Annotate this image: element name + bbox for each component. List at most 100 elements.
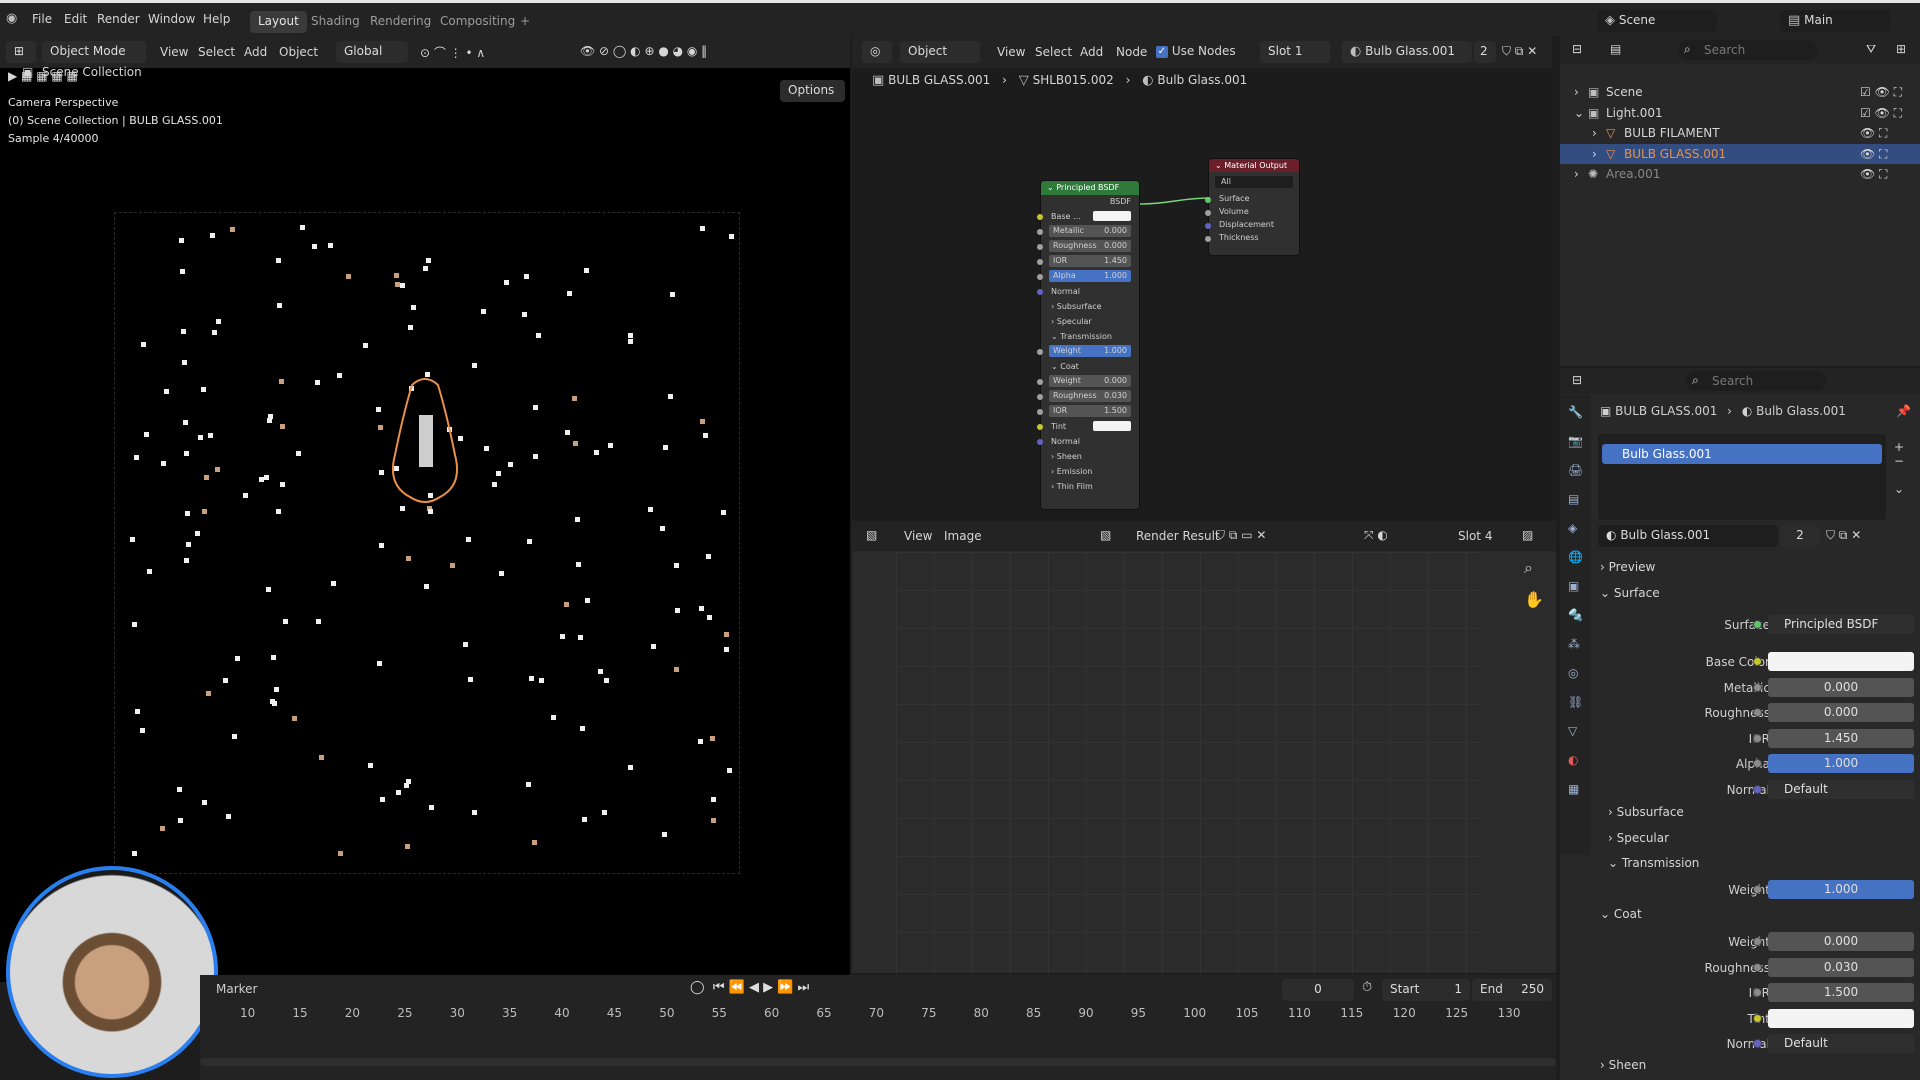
subsection-header[interactable]: › Specular <box>1608 831 1669 845</box>
texture-icon[interactable]: ▦ <box>1568 782 1579 796</box>
node-input-row[interactable]: Weight 1.000 <box>1037 344 1139 359</box>
socket-icon[interactable] <box>1753 708 1762 717</box>
menu-file[interactable]: File <box>32 12 52 26</box>
breadcrumb-object[interactable]: BULB GLASS.001 <box>888 73 990 87</box>
timeline-scrollbar[interactable] <box>200 1058 1556 1066</box>
start-frame-field[interactable]: Start 1 <box>1382 979 1470 1001</box>
node-input-row[interactable]: ⌄ Transmission <box>1041 329 1139 344</box>
display-channels-icon[interactable]: ▨ <box>1522 528 1533 542</box>
socket-icon[interactable] <box>1753 962 1762 972</box>
chevron-right-icon[interactable]: › <box>1592 147 1597 161</box>
bsdf-output-socket[interactable]: BSDF <box>1041 195 1139 209</box>
socket-icon[interactable] <box>1037 409 1043 415</box>
surface-shader-field[interactable]: Principled BSDF <box>1768 615 1914 634</box>
chevron-down-icon[interactable]: ⌄ <box>1574 106 1584 120</box>
socket-icon[interactable] <box>1037 289 1043 295</box>
socket-icon[interactable] <box>1753 657 1762 666</box>
playback-controls[interactable]: ◯ ⏮ ⏪ ◀ ▶ ⏩ ⏭ <box>690 980 809 995</box>
socket-icon[interactable] <box>1037 424 1043 430</box>
node-input-row[interactable]: Roughness 0.030 <box>1037 389 1139 404</box>
socket-icon[interactable] <box>1037 394 1043 400</box>
props-breadcrumb-material[interactable]: Bulb Glass.001 <box>1756 404 1846 418</box>
socket-icon[interactable] <box>1205 223 1211 229</box>
node-input-row[interactable]: IOR 1.500 <box>1037 404 1139 419</box>
node-input-row[interactable]: › Specular <box>1041 314 1139 329</box>
tab-layout[interactable]: Layout <box>250 11 307 33</box>
outliner-root[interactable]: ▣ Scene Collection <box>0 62 360 82</box>
tab-shading[interactable]: Shading <box>303 11 368 33</box>
node-value-field[interactable]: IOR 1.500 <box>1049 405 1131 417</box>
viewport-shading-icon[interactable]: 👁 ⊘ ◯ ◐ ⊕ ● ◕ ◉ ‖ <box>580 44 707 58</box>
socket-icon[interactable] <box>1753 620 1762 629</box>
visibility-toggle-icons[interactable]: ☑ 👁 ⛶ <box>1860 106 1902 121</box>
image-editor-type-icon[interactable]: ▧ <box>866 528 877 542</box>
socket-icon[interactable] <box>1753 937 1762 946</box>
material-selector[interactable]: ◐ Bulb Glass.001 <box>1342 41 1472 63</box>
property-value-field[interactable]: Default <box>1768 779 1914 799</box>
node-input-row[interactable]: › Thin Film <box>1041 479 1139 494</box>
props-breadcrumb-object[interactable]: BULB GLASS.001 <box>1615 404 1717 418</box>
chevron-right-icon[interactable]: › <box>1574 167 1579 181</box>
material-users-count[interactable]: 2 <box>1474 41 1496 63</box>
image-menu-image[interactable]: Image <box>944 529 982 543</box>
visibility-toggle-icons[interactable]: ☑ 👁 ⛶ <box>1860 85 1902 100</box>
node-menu-add[interactable]: Add <box>1080 45 1103 59</box>
node-input-row[interactable]: › Subsurface <box>1041 299 1139 314</box>
transmission-weight-field[interactable]: 1.000 <box>1768 880 1914 899</box>
color-swatch[interactable] <box>1093 421 1131 431</box>
outliner-item[interactable]: › ✺ Area.001 👁 ⛶ <box>1560 164 1920 184</box>
view-layer-icon[interactable]: ▤ <box>1568 492 1579 506</box>
shader-node-editor[interactable] <box>852 36 1552 519</box>
tab-rendering[interactable]: Rendering <box>362 11 439 33</box>
zoom-icon[interactable]: ⌕ <box>1524 558 1533 578</box>
principled-node-title[interactable]: ⌄ Principled BSDF <box>1041 181 1139 195</box>
material-icon[interactable]: ◐ <box>1568 753 1578 767</box>
editor-type-icon[interactable]: ⊞ <box>6 41 36 63</box>
node-value-field[interactable]: Metallic 0.000 <box>1049 225 1131 237</box>
property-value-field[interactable]: 0.000 <box>1768 932 1914 951</box>
material-datablock[interactable]: ◐ Bulb Glass.001 <box>1598 525 1778 547</box>
data-icon[interactable]: ▽ <box>1568 724 1577 738</box>
timeline-marker-menu[interactable]: Marker <box>216 982 257 996</box>
node-object-dropdown[interactable]: Object <box>900 41 980 63</box>
node-menu-node[interactable]: Node <box>1116 45 1147 59</box>
socket-icon[interactable] <box>1753 885 1762 894</box>
subsection-header[interactable]: › Subsurface <box>1608 805 1684 819</box>
chevron-right-icon[interactable]: › <box>1592 126 1597 140</box>
chevron-right-icon[interactable]: › <box>1574 85 1579 99</box>
property-value-field[interactable] <box>1768 652 1914 671</box>
output-socket-row[interactable]: Surface <box>1205 192 1299 205</box>
node-input-row[interactable]: Metallic 0.000 <box>1037 224 1139 239</box>
preview-panel-header[interactable]: › Preview <box>1600 560 1655 574</box>
properties-search-input[interactable]: Search <box>1686 371 1826 391</box>
property-value-field[interactable]: Default <box>1768 1034 1914 1053</box>
socket-icon[interactable] <box>1753 759 1762 768</box>
socket-icon[interactable] <box>1753 1039 1762 1048</box>
particles-icon[interactable]: ⁂ <box>1568 637 1580 651</box>
socket-icon[interactable] <box>1037 214 1043 220</box>
socket-icon[interactable] <box>1037 259 1043 265</box>
outliner-item[interactable]: › ▽ BULB GLASS.001 👁 ⛶ <box>1560 143 1920 164</box>
node-input-row[interactable]: › Emission <box>1041 464 1139 479</box>
object-icon[interactable]: ▣ <box>1568 579 1579 593</box>
surface-panel-header[interactable]: ⌄ Surface <box>1600 586 1660 600</box>
properties-type-icon[interactable]: ⊟ <box>1572 373 1582 387</box>
node-input-row[interactable]: › Sheen <box>1041 449 1139 464</box>
image-view-icons[interactable]: ⤧ ◐ <box>1364 528 1388 543</box>
socket-icon[interactable] <box>1753 682 1762 692</box>
menu-help[interactable]: Help <box>203 12 230 26</box>
socket-icon[interactable] <box>1753 988 1762 997</box>
visibility-toggle-icons[interactable]: 👁 ⛶ <box>1860 126 1887 141</box>
color-swatch[interactable] <box>1093 211 1131 221</box>
slot-add-remove-icons[interactable]: + − ⌄ <box>1894 440 1904 496</box>
visibility-toggle-icons[interactable]: 👁 ⛶ <box>1860 147 1887 162</box>
socket-icon[interactable] <box>1205 236 1211 242</box>
datablock-actions-icons[interactable]: ⛉ ⧉ ✕ <box>1826 528 1861 543</box>
material-users-count[interactable]: 2 <box>1780 525 1820 547</box>
tool-icon[interactable]: 🔧 <box>1568 405 1583 419</box>
node-value-field[interactable]: Roughness 0.030 <box>1049 390 1131 402</box>
property-value-field[interactable]: 0.000 <box>1768 703 1914 722</box>
material-slot-item[interactable]: Bulb Glass.001 <box>1602 444 1882 464</box>
node-input-row[interactable]: Weight 0.000 <box>1037 374 1139 389</box>
node-input-row[interactable]: Roughness 0.000 <box>1037 239 1139 254</box>
